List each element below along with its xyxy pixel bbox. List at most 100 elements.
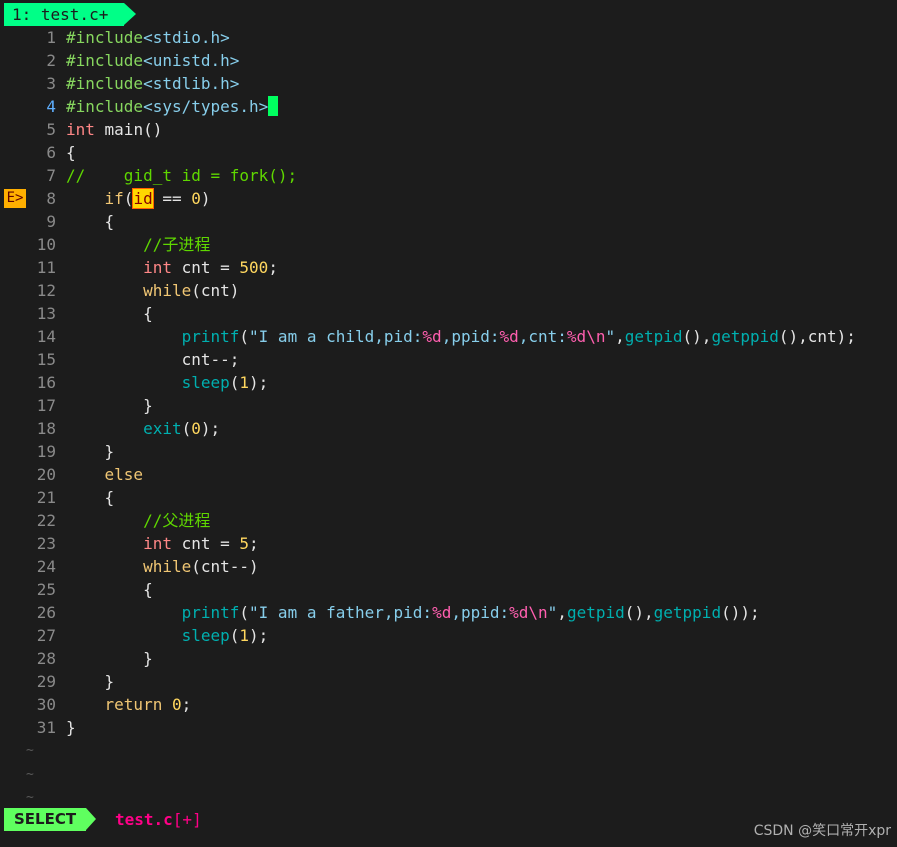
line-number: 27 bbox=[36, 626, 56, 646]
code-line[interactable]: 3 #include<stdlib.h> bbox=[4, 72, 897, 95]
code-text: { bbox=[66, 302, 153, 325]
code-token: , bbox=[615, 327, 625, 347]
code-token: //父进程 bbox=[66, 511, 211, 531]
code-line[interactable]: 2 #include<unistd.h> bbox=[4, 49, 897, 72]
code-token: ); bbox=[200, 419, 221, 439]
code-line[interactable]: 10 //子进程 bbox=[4, 233, 897, 256]
code-line[interactable]: 16 sleep(1); bbox=[4, 371, 897, 394]
code-text: } bbox=[66, 670, 115, 693]
code-line[interactable]: 18 exit(0); bbox=[4, 417, 897, 440]
code-token: <stdio.h> bbox=[143, 28, 230, 47]
search-match: id bbox=[132, 188, 154, 210]
mode-indicator: SELECT bbox=[4, 808, 97, 831]
line-number: 14 bbox=[36, 327, 56, 347]
code-line[interactable]: 1 #include<stdio.h> bbox=[4, 26, 897, 49]
code-token: %d bbox=[499, 327, 519, 347]
line-number: 11 bbox=[36, 258, 56, 278]
code-token: getppid bbox=[711, 327, 779, 347]
line-number: 12 bbox=[36, 281, 56, 301]
code-line[interactable]: 6{ bbox=[4, 141, 897, 164]
code-text: printf("I am a child,pid:%d,ppid:%d,cnt:… bbox=[66, 325, 856, 348]
code-token: // gid_t id = fork(); bbox=[66, 166, 298, 186]
line-number: 2 bbox=[46, 51, 56, 71]
code-token: while bbox=[143, 281, 192, 301]
line-number: 21 bbox=[36, 488, 56, 508]
code-token: sleep bbox=[181, 626, 230, 646]
code-token: { bbox=[66, 488, 115, 508]
code-token: %d bbox=[422, 327, 442, 347]
code-line[interactable]: 24 while(cnt--) bbox=[4, 555, 897, 578]
code-editor[interactable]: 1 #include<stdio.h> 2 #include<unistd.h> 3 #i… bbox=[4, 26, 897, 809]
code-token: } bbox=[66, 718, 76, 738]
code-token: //子进程 bbox=[66, 235, 211, 255]
line-number: 16 bbox=[36, 373, 56, 393]
code-token: getpid bbox=[566, 603, 625, 623]
code-token: ); bbox=[249, 373, 269, 393]
code-token: ,ppid: bbox=[441, 327, 500, 347]
code-token: ( bbox=[123, 189, 134, 209]
text-cursor bbox=[268, 96, 279, 117]
code-text: int main() bbox=[66, 118, 162, 141]
code-line[interactable]: 15 cnt--; bbox=[4, 348, 897, 371]
code-token: { bbox=[66, 143, 76, 163]
code-line[interactable]: 25 { bbox=[4, 578, 897, 601]
code-line[interactable]: 14 printf("I am a child,pid:%d,ppid:%d,c… bbox=[4, 325, 897, 348]
code-line[interactable]: 22 //父进程 bbox=[4, 509, 897, 532]
code-line[interactable]: 19 } bbox=[4, 440, 897, 463]
code-token: printf bbox=[181, 603, 240, 623]
code-text: return 0; bbox=[66, 693, 192, 716]
code-text: sleep(1); bbox=[66, 624, 269, 647]
code-line[interactable]: 4 #include<sys/types.h> bbox=[4, 95, 897, 118]
code-text: if(id == 0) bbox=[66, 187, 211, 210]
code-token: ,ppid: bbox=[451, 603, 510, 623]
code-token: <sys/types.h> bbox=[143, 97, 269, 117]
line-number: 7 bbox=[46, 166, 56, 186]
code-text: while(cnt) bbox=[66, 279, 239, 302]
code-line[interactable]: 20 else bbox=[4, 463, 897, 486]
code-text: } bbox=[66, 716, 76, 739]
code-token: 1 bbox=[239, 373, 250, 393]
line-number: 10 bbox=[36, 235, 56, 255]
code-token: 1 bbox=[239, 626, 250, 646]
code-line[interactable]: 17 } bbox=[4, 394, 897, 417]
error-sign-icon[interactable]: E> bbox=[4, 189, 26, 209]
code-line[interactable]: 9 { bbox=[4, 210, 897, 233]
line-number: 25 bbox=[36, 580, 56, 600]
empty-line: ~ bbox=[4, 763, 897, 786]
line-number: 8 bbox=[46, 189, 56, 209]
code-token: if bbox=[104, 189, 124, 209]
code-line[interactable]: 30 return 0; bbox=[4, 693, 897, 716]
code-line[interactable]: 29 } bbox=[4, 670, 897, 693]
code-line[interactable]: 27 sleep(1); bbox=[4, 624, 897, 647]
code-line[interactable]: 7 // gid_t id = fork(); bbox=[4, 164, 897, 187]
buffer-tab[interactable]: 1: test.c+ bbox=[4, 3, 137, 26]
code-line[interactable]: 21 { bbox=[4, 486, 897, 509]
code-line[interactable]: 23 int cnt = 5; bbox=[4, 532, 897, 555]
code-token: #include bbox=[66, 51, 144, 71]
code-token: (cnt) bbox=[191, 281, 240, 301]
code-line[interactable]: 5 int main() bbox=[4, 118, 897, 141]
code-line[interactable]: 13 { bbox=[4, 302, 897, 325]
code-line[interactable]: 26 printf("I am a father,pid:%d,ppid:%d\… bbox=[4, 601, 897, 624]
vim-window: 1: test.c+ 1 #include<stdio.h> 2 #include<u… bbox=[0, 0, 897, 847]
code-line[interactable]: 31} bbox=[4, 716, 897, 739]
code-text: } bbox=[66, 440, 115, 463]
line-number: 18 bbox=[36, 419, 56, 439]
line-number: 23 bbox=[36, 534, 56, 554]
code-line[interactable]: 12 while(cnt) bbox=[4, 279, 897, 302]
code-token: ( bbox=[229, 373, 240, 393]
code-token: <stdlib.h> bbox=[143, 74, 240, 94]
code-line[interactable]: 28 } bbox=[4, 647, 897, 670]
line-number: 17 bbox=[36, 396, 56, 416]
code-line[interactable]: 11 int cnt = 500; bbox=[4, 256, 897, 279]
code-text: //子进程 bbox=[66, 233, 210, 256]
code-line[interactable]: E> 8 if(id == 0) bbox=[4, 187, 897, 210]
code-token: exit bbox=[143, 419, 182, 439]
